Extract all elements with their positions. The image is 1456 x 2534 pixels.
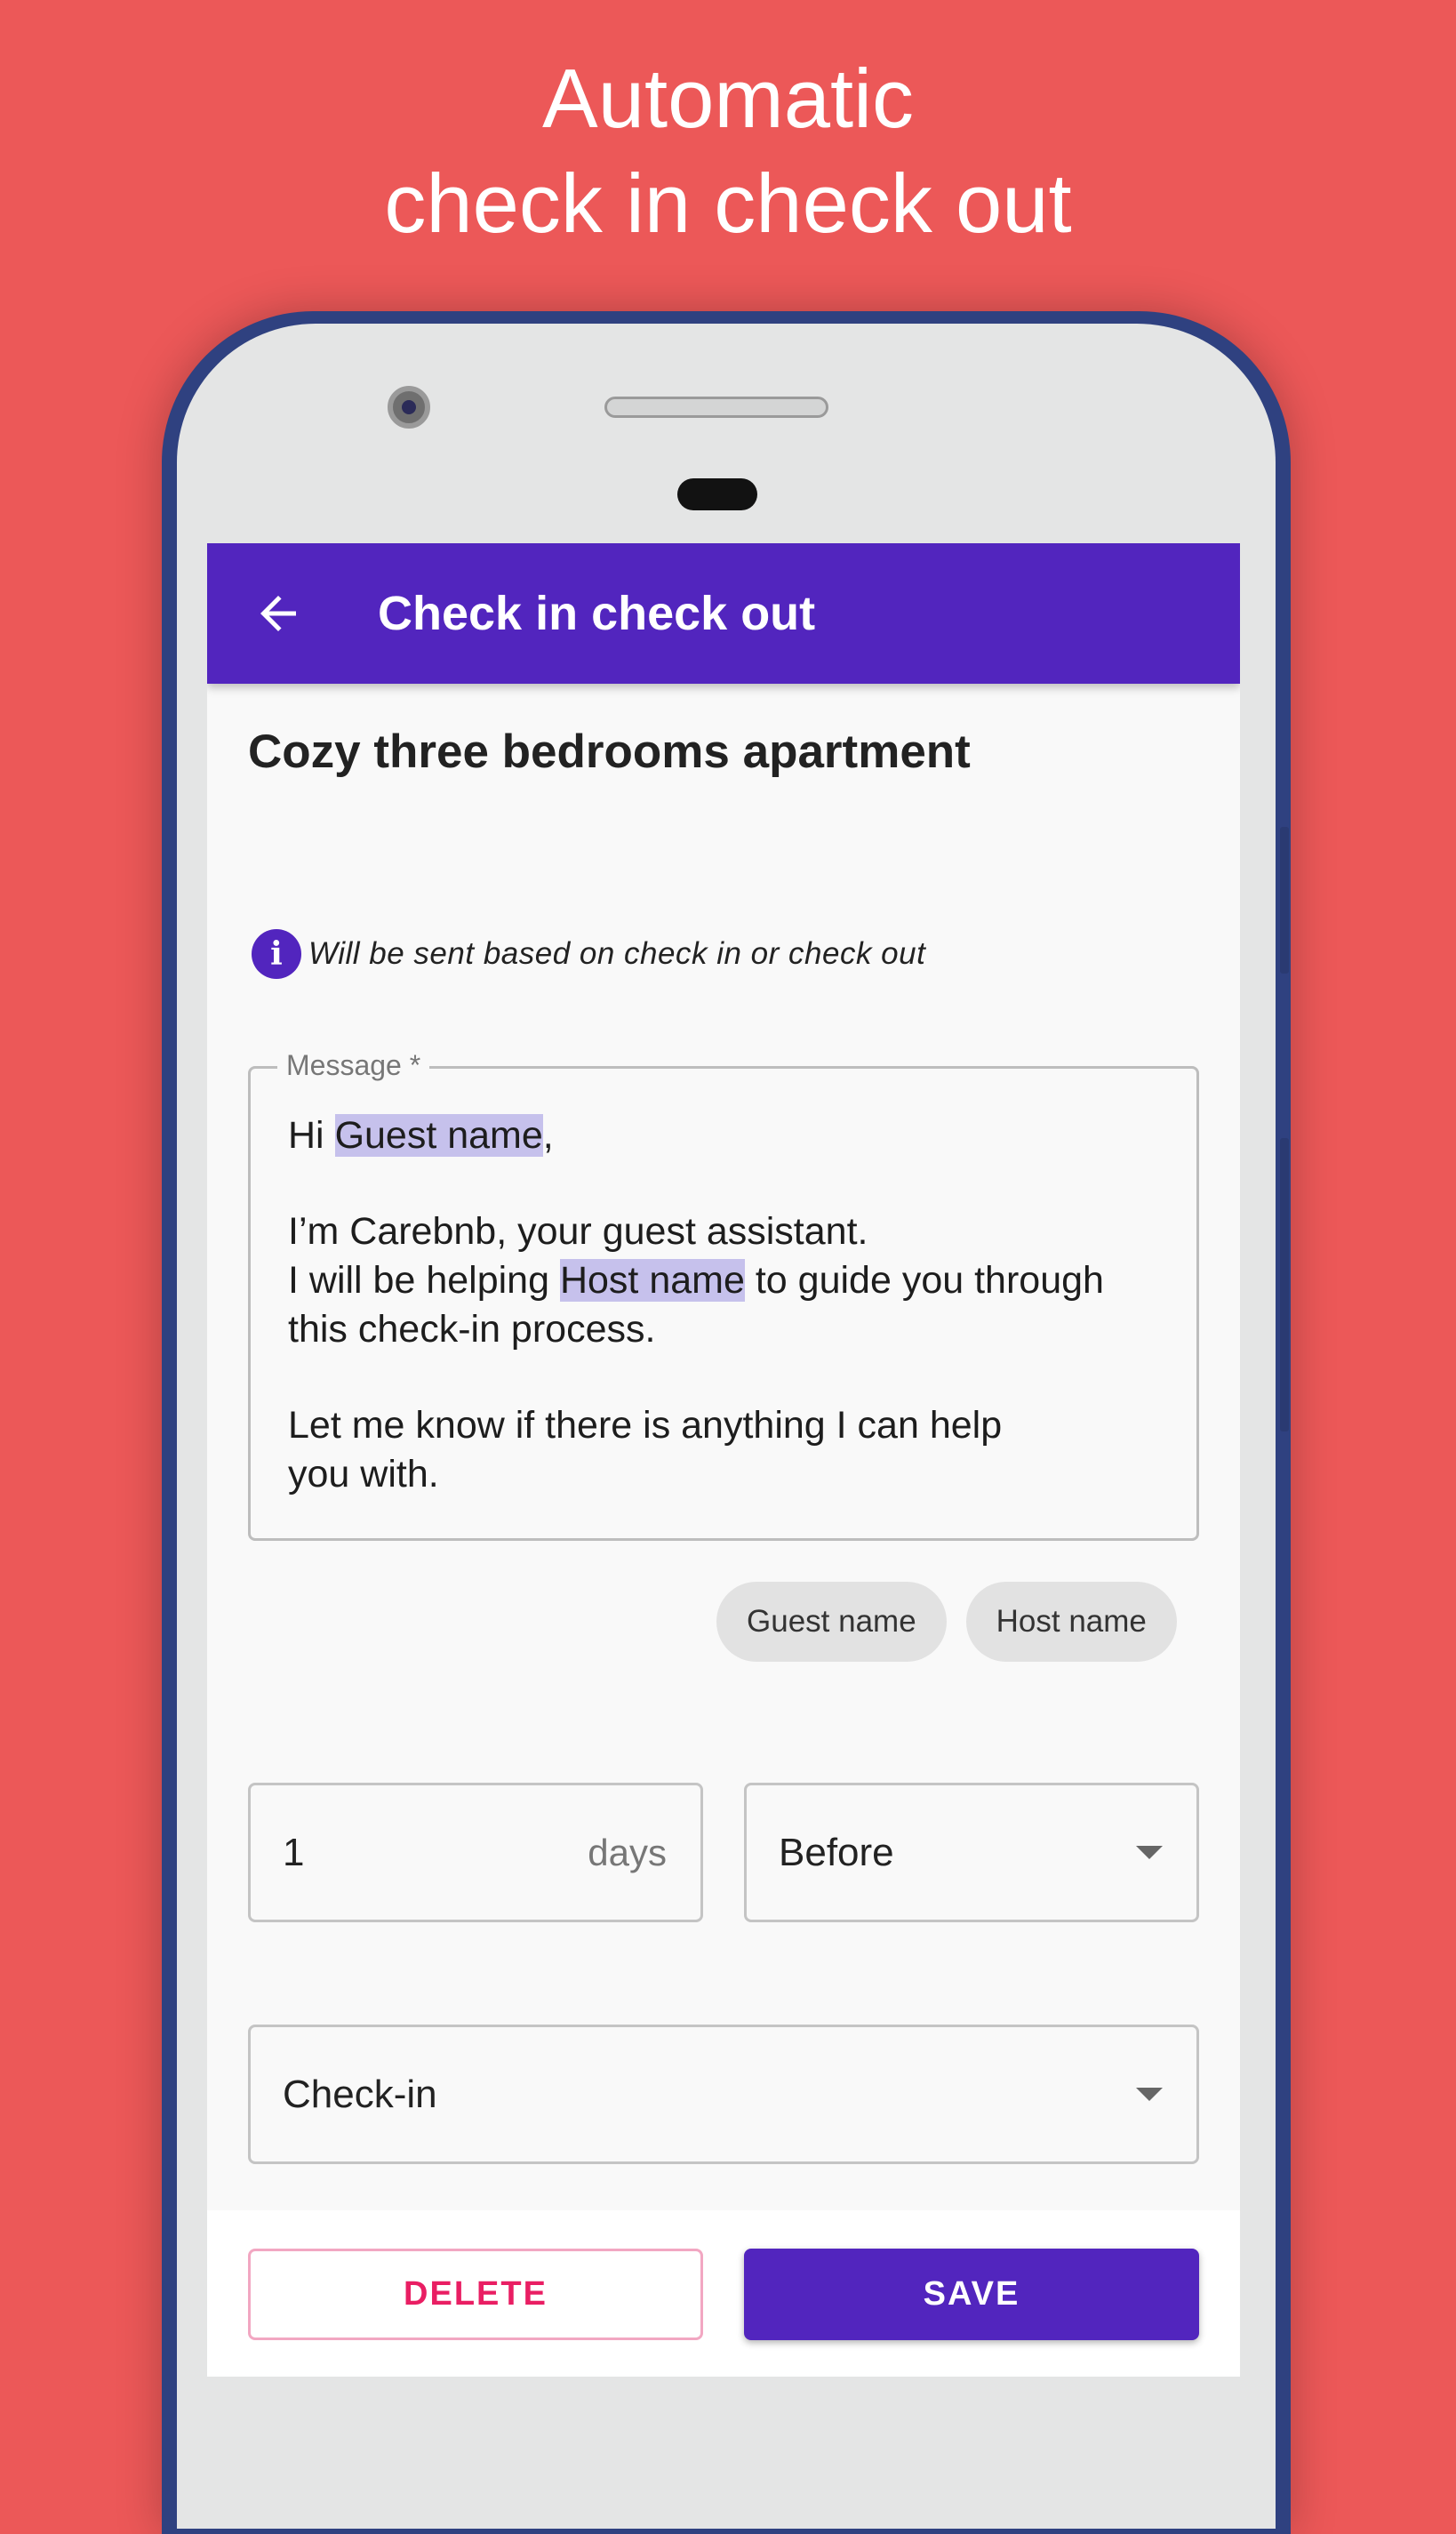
message-process-line: this check-in process. xyxy=(288,1308,656,1351)
helping-suffix: to guide you through xyxy=(744,1259,1104,1302)
message-intro-line: I’m Carebnb, your guest assistant. xyxy=(288,1210,868,1253)
message-textarea[interactable]: Message * Hi Guest name, I’m Carebnb, yo… xyxy=(248,1049,1199,1541)
event-select[interactable]: Check-in xyxy=(248,2025,1199,2164)
headline: Automatic check in check out xyxy=(0,46,1456,256)
info-note: i Will be sent based on check in or chec… xyxy=(252,929,925,979)
chevron-down-icon xyxy=(1136,2088,1163,2101)
message-label: Message * xyxy=(277,1049,430,1082)
message-text[interactable]: Hi Guest name, I’m Carebnb, your guest a… xyxy=(288,1111,1170,1499)
days-value: 1 xyxy=(283,1831,305,1874)
days-suffix: days xyxy=(588,1832,667,1873)
headline-line-1: Automatic xyxy=(542,52,914,145)
phone-side-button xyxy=(1280,827,1289,974)
placeholder-chips: Guest name Host name xyxy=(716,1582,1177,1662)
message-help-line-2: you with. xyxy=(288,1453,439,1496)
chevron-down-icon xyxy=(1136,1846,1163,1859)
info-text: Will be sent based on check in or check … xyxy=(308,936,926,971)
speaker-grille xyxy=(604,397,828,418)
listing-title: Cozy three bedrooms apartment xyxy=(248,726,971,778)
arrow-left-icon[interactable] xyxy=(252,587,305,640)
message-greeting-line: Hi Guest name, xyxy=(288,1111,1170,1160)
delete-button[interactable]: DELETE xyxy=(248,2249,703,2340)
days-input[interactable]: 1 days xyxy=(248,1783,703,1922)
timing-select[interactable]: Before xyxy=(744,1783,1199,1922)
message-helping-line: I will be helping Host name to guide you… xyxy=(288,1256,1170,1305)
app-screen: Check in check out Cozy three bedrooms a… xyxy=(207,543,1240,2377)
camera-icon xyxy=(388,386,430,429)
guest-name-chip[interactable]: Guest name xyxy=(716,1582,947,1662)
headline-line-2: check in check out xyxy=(384,156,1072,250)
host-name-token: Host name xyxy=(559,1259,745,1302)
greeting-suffix: , xyxy=(542,1114,554,1157)
message-help-line-1: Let me know if there is anything I can h… xyxy=(288,1404,1003,1447)
app-bar: Check in check out xyxy=(207,543,1240,684)
guest-name-token: Guest name xyxy=(334,1114,543,1157)
greeting-prefix: Hi xyxy=(288,1114,335,1157)
proximity-sensor xyxy=(677,478,757,510)
phone-volume-button xyxy=(1280,1138,1289,1431)
page-title: Check in check out xyxy=(378,587,816,640)
helping-prefix: I will be helping xyxy=(288,1259,560,1302)
timing-value: Before xyxy=(779,1831,894,1874)
event-value: Check-in xyxy=(283,2073,437,2116)
host-name-chip[interactable]: Host name xyxy=(965,1582,1177,1662)
info-icon: i xyxy=(252,929,301,979)
save-button[interactable]: SAVE xyxy=(744,2249,1199,2340)
